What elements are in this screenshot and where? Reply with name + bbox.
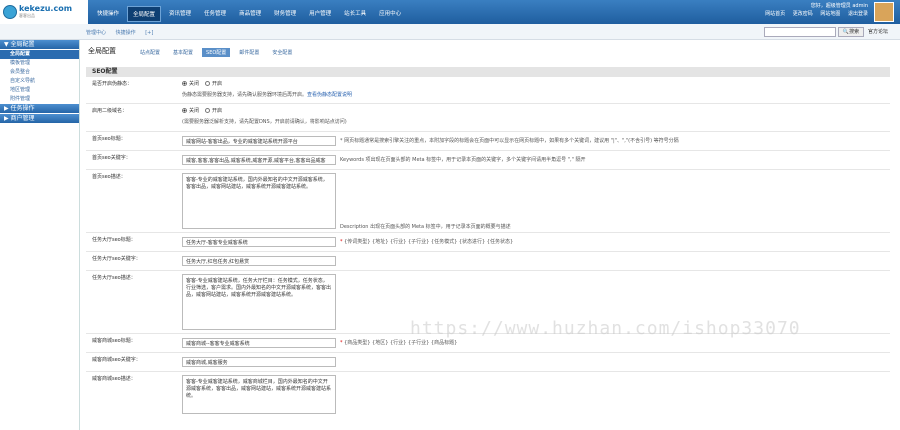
tab-basic[interactable]: 基本配置 <box>169 48 197 57</box>
nav-global-config[interactable]: 全局配置 <box>127 6 162 22</box>
link-rewrite-help[interactable]: 查看伪静态配置说明 <box>307 92 352 98</box>
note-task-title: {传词类型} {地址} {行业} {子行业} {任务模式} {状态进行} {任务… <box>344 239 514 245</box>
nav-quick[interactable]: 快捷操作 <box>92 6 124 22</box>
nav-finance[interactable]: 财务管理 <box>269 6 301 22</box>
label-rewrite: 是否开启伪静态： <box>92 81 133 87</box>
page-title: 全局配置 <box>88 47 116 55</box>
logo-text: kekezu.com <box>19 4 73 13</box>
input-task-keywords[interactable]: 任务大厅,红包任务,红包悬赏 <box>182 256 336 266</box>
logo-sub: 客客出品 <box>19 13 35 18</box>
required-star: * <box>340 239 343 245</box>
nav-tools[interactable]: 站长工具 <box>339 6 371 22</box>
link-password[interactable]: 更改密码 <box>793 11 813 17</box>
row-home-keywords: 首页seo关键字： 威客,客客,客客出品,威客系统,威客开源,威客平台,客客出品… <box>86 152 890 170</box>
sidebar-item-template[interactable]: 模板管理 <box>0 59 79 68</box>
label-home-title: 首页seo标题： <box>92 136 126 142</box>
label-task-keywords: 任务大厅seo关键字： <box>92 256 141 262</box>
input-task-title[interactable]: 任务大厅-客客专业威客系统 <box>182 237 336 247</box>
required-star-shop: * <box>340 340 343 346</box>
user-greeting: 您好，超级管理员 admin <box>810 3 868 9</box>
section-title: SEO配置 <box>86 67 890 77</box>
label-home-desc: 首页seo描述： <box>92 174 126 180</box>
tab-seo[interactable]: SEO配置 <box>202 48 231 57</box>
radio-rewrite-on[interactable]: 开启 <box>204 80 222 87</box>
breadcrumb: 管理中心 快捷操作 [+] <box>86 29 161 36</box>
crumb-admin[interactable]: 管理中心 <box>86 30 106 36</box>
label-task-desc: 任务大厅seo描述： <box>92 275 136 281</box>
nav-news[interactable]: 资讯管理 <box>164 6 196 22</box>
row-shop-desc: 威客商城seo描述： 客客-专业威客建站系统，威客商城栏目，国内外最知名的中文开… <box>86 373 890 414</box>
label-home-keywords: 首页seo关键字： <box>92 155 131 161</box>
tab-site[interactable]: 站点配置 <box>136 48 164 57</box>
nav-apps[interactable]: 应用中心 <box>374 6 406 22</box>
textarea-shop-desc[interactable]: 客客-专业威客建站系统，威客商城栏目，国内外最知名的中文开源威客系统，客客出品，… <box>182 375 336 414</box>
sidebar-section-task[interactable]: ▶ 任务操作 <box>0 104 79 113</box>
logo-icon <box>3 5 17 19</box>
note-home-keywords: Keywords 项出现在页面头部的 Meta 标签中，用于记录本页面的关键字，… <box>340 157 586 163</box>
radio-rewrite-off[interactable]: 关闭 <box>182 80 199 87</box>
label-shop-keywords: 威客商城seo关键字： <box>92 357 141 363</box>
forum-link[interactable]: 官方论坛 <box>868 28 888 35</box>
label-domain: 启用二级域名： <box>92 108 128 114</box>
nav-users[interactable]: 用户管理 <box>304 6 336 22</box>
sidebar-item-nav[interactable]: 自定义导航 <box>0 77 79 86</box>
label-shop-desc: 威客商城seo描述： <box>92 376 136 382</box>
tab-mail[interactable]: 邮件配置 <box>235 48 263 57</box>
nav-tasks[interactable]: 任务管理 <box>199 6 231 22</box>
label-task-title: 任务大厅seo标题： <box>92 237 136 243</box>
radio-domain-off[interactable]: 关闭 <box>182 107 199 114</box>
sidebar-section-config[interactable]: ▼ 全局配置 <box>0 40 79 49</box>
textarea-task-desc[interactable]: 客客-专业威客建站系统，任务大厅栏目：任务模式，任务状态，行业筛选，客户需求。国… <box>182 274 336 330</box>
row-home-desc: 首页seo描述： 客客-专业的威客建站系统，国内外最知名的中文开源威客系统，客客… <box>86 171 890 233</box>
label-shop-title: 威客商城seo标题： <box>92 338 136 344</box>
sidebar-item-member[interactable]: 会员整合 <box>0 68 79 77</box>
crumb-quick[interactable]: 快捷操作 <box>116 30 136 36</box>
row-task-keywords: 任务大厅seo关键字： 任务大厅,红包任务,红包悬赏 <box>86 253 890 271</box>
hint-rewrite: 伪静态需要服务器支持，请先确认服务器环境后再开启。 <box>182 92 308 98</box>
note-home-title: * 网页标题通常是搜索引擎关注的重点，本附加字段的标题会在页面中可以显示在网页标… <box>340 138 679 144</box>
row-domain: 启用二级域名： 关闭 开启 (需要服务器泛解析支持，请先配置DNS，开启前请确认… <box>86 105 890 132</box>
search-button[interactable]: 🔍搜索 <box>838 27 864 37</box>
input-shop-keywords[interactable]: 威客商城,威客服务 <box>182 357 336 367</box>
row-task-title: 任务大厅seo标题： 任务大厅-客客专业威客系统 * {传词类型} {地址} {… <box>86 234 890 252</box>
hint-domain: (需要服务器泛解析支持，请先配置DNS，开启前请确认，将影响站点访问) <box>182 119 347 125</box>
row-shop-keywords: 威客商城seo关键字： 威客商城,威客服务 <box>86 354 890 372</box>
user-box: 您好，超级管理员 admin 网站首页 更改密码 网站地图 退出登录 <box>759 2 868 18</box>
input-home-keywords[interactable]: 威客,客客,客客出品,威客系统,威客开源,威客平台,客客出品威客 <box>182 155 336 165</box>
config-tabs: 站点配置 基本配置 SEO配置 邮件配置 安全配置 <box>136 48 301 57</box>
link-logout[interactable]: 退出登录 <box>848 11 868 17</box>
input-home-title[interactable]: 威客网站-客客出品，专业的威客建站系统开源平台 <box>182 136 336 146</box>
crumb-plus[interactable]: [+] <box>145 30 153 36</box>
avatar <box>874 2 894 22</box>
link-sitemap[interactable]: 网站地图 <box>820 11 840 17</box>
watermark: https://www.huzhan.com/ishop33070 <box>410 318 801 339</box>
row-home-title: 首页seo标题： 威客网站-客客出品，专业的威客建站系统开源平台 * 网页标题通… <box>86 133 890 151</box>
radio-domain-on[interactable]: 开启 <box>204 107 222 114</box>
sidebar-item-region[interactable]: 地区管理 <box>0 86 79 95</box>
sidebar-item-attachment[interactable]: 附件管理 <box>0 95 79 104</box>
sidebar: ▼ 全局配置 全局配置 模板管理 会员整合 自定义导航 地区管理 附件管理 ▶ … <box>0 40 80 430</box>
row-rewrite: 是否开启伪静态： 关闭 开启 伪静态需要服务器支持，请先确认服务器环境后再开启。… <box>86 78 890 104</box>
note-home-desc: Description 出现在页面头部的 Meta 标签中，用于记录本页面的概要… <box>340 224 511 230</box>
sidebar-item-global-config[interactable]: 全局配置 <box>0 50 79 59</box>
tab-security[interactable]: 安全配置 <box>268 48 296 57</box>
main-nav: 快捷操作 全局配置 资讯管理 任务管理 商品管理 财务管理 用户管理 站长工具 … <box>92 6 409 22</box>
search-input[interactable] <box>764 27 836 37</box>
logo[interactable]: kekezu.com 客客出品 <box>0 0 88 24</box>
link-home[interactable]: 网站首页 <box>765 11 785 17</box>
textarea-home-desc[interactable]: 客客-专业的威客建站系统，国内外最知名的中文开源威客系统，客客出品，威客网站建站… <box>182 173 336 229</box>
input-shop-title[interactable]: 威客商城--客客专业威客系统 <box>182 338 336 348</box>
sidebar-section-shop[interactable]: ▶ 商户管理 <box>0 114 79 123</box>
nav-goods[interactable]: 商品管理 <box>234 6 266 22</box>
note-shop-title: {商品类型} {地区} {行业} {子行业} {商品标题} <box>344 340 458 346</box>
top-bar: kekezu.com 客客出品 快捷操作 全局配置 资讯管理 任务管理 商品管理 … <box>0 0 900 24</box>
